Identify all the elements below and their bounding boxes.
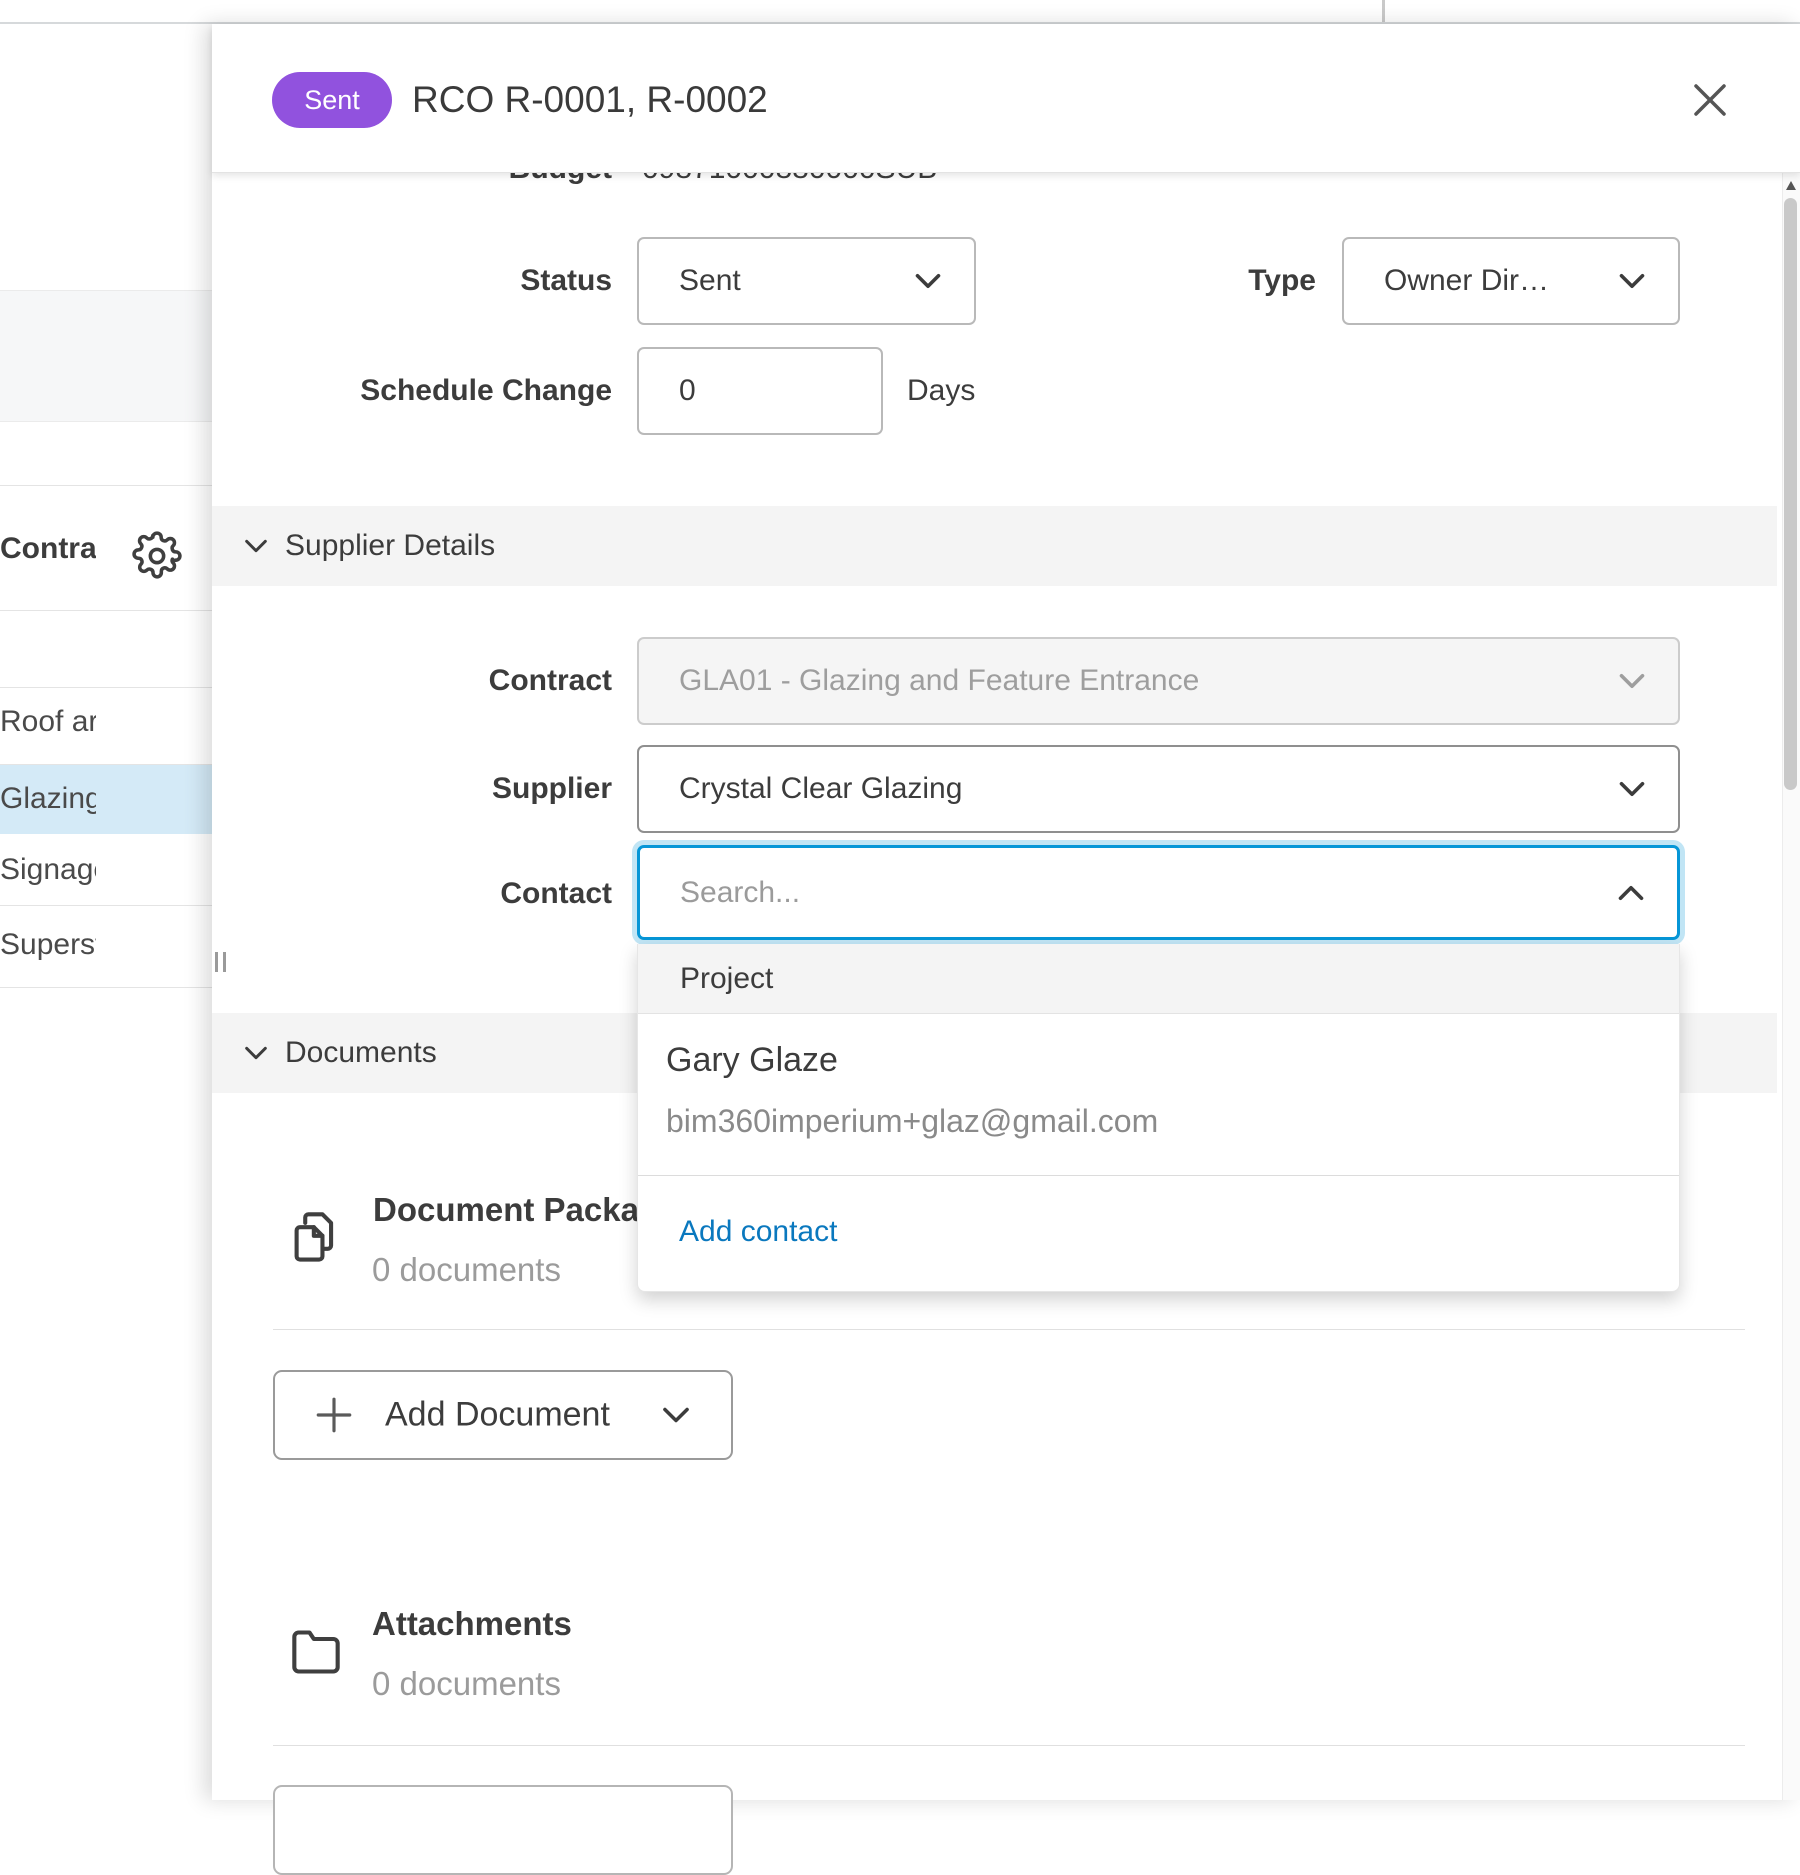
chevron-down-icon xyxy=(910,263,946,299)
contract-select-value: GLA01 - Glazing and Feature Entrance xyxy=(679,664,1199,698)
attachments-title: Attachments xyxy=(372,1604,572,1644)
document-packages-icon xyxy=(290,1210,342,1266)
contracts-panel-heading: Contra xyxy=(0,529,96,569)
supplier-select[interactable]: Crystal Clear Glazing xyxy=(637,745,1680,833)
section-title: Supplier Details xyxy=(285,529,495,563)
background-contracts-panel: Contra Roof ar Glazing Signage Superst xyxy=(0,24,212,1800)
row-label: Signage xyxy=(0,835,96,905)
chevron-down-icon xyxy=(1614,263,1650,299)
schedule-change-value: 0 xyxy=(679,374,696,408)
contract-select-disabled: GLA01 - Glazing and Feature Entrance xyxy=(637,637,1680,725)
contact-option-email[interactable]: bim360imperium+glaz@gmail.com xyxy=(666,1100,1158,1142)
divider xyxy=(0,610,212,611)
table-row-roof-area[interactable]: Roof ar xyxy=(0,687,212,757)
divider xyxy=(0,905,212,906)
attachments-folder-icon xyxy=(290,1628,342,1676)
days-suffix: Days xyxy=(907,372,975,410)
status-badge: Sent xyxy=(272,72,392,128)
chevron-down-icon xyxy=(1614,663,1650,699)
chevron-down-icon xyxy=(1614,771,1650,807)
add-document-button[interactable]: Add Document xyxy=(273,1370,733,1460)
type-select-value: Owner Dir… xyxy=(1384,264,1549,298)
chevron-down-icon xyxy=(657,1396,695,1434)
contact-label: Contact xyxy=(400,875,612,913)
section-title: Documents xyxy=(285,1036,437,1070)
add-contact-link[interactable]: Add contact xyxy=(679,1214,837,1250)
contact-option-name[interactable]: Gary Glaze xyxy=(666,1038,838,1082)
type-select[interactable]: Owner Dir… xyxy=(1342,237,1680,325)
background-toolbar-area xyxy=(0,290,212,422)
scrollbar-up-arrow[interactable] xyxy=(1786,181,1796,190)
page-title: RCO R-0001, R-0002 xyxy=(412,78,768,122)
add-attachment-button-partial[interactable] xyxy=(273,1785,733,1875)
chevron-up-icon xyxy=(1613,875,1649,911)
divider xyxy=(638,1175,1679,1176)
supplier-label: Supplier xyxy=(400,770,612,808)
divider xyxy=(0,987,212,988)
panel-resize-handle[interactable] xyxy=(213,952,229,972)
add-document-label: Add Document xyxy=(385,1396,610,1435)
dropdown-group-header: Project xyxy=(638,944,1679,1014)
divider xyxy=(0,485,212,486)
document-packages-count: 0 documents xyxy=(372,1250,561,1290)
top-bar xyxy=(0,0,1800,24)
contract-label: Contract xyxy=(400,662,612,700)
divider xyxy=(0,764,212,765)
supplier-select-value: Crystal Clear Glazing xyxy=(679,772,962,806)
row-label: Roof ar xyxy=(0,687,96,757)
chevron-down-icon xyxy=(240,530,272,562)
divider xyxy=(273,1329,1745,1330)
status-select[interactable]: Sent xyxy=(637,237,976,325)
table-row-signage[interactable]: Signage xyxy=(0,835,212,905)
scrollbar-thumb[interactable] xyxy=(1784,198,1797,790)
status-select-value: Sent xyxy=(679,264,741,298)
status-label: Status xyxy=(400,262,612,300)
section-header-supplier-details[interactable]: Supplier Details xyxy=(212,506,1777,586)
row-label: Superst xyxy=(0,910,96,980)
plus-icon xyxy=(313,1394,355,1436)
settings-gear-icon[interactable] xyxy=(132,531,182,581)
contact-search-placeholder: Search... xyxy=(680,876,800,910)
table-row-glazing-selected[interactable]: Glazing xyxy=(0,764,212,834)
close-button[interactable] xyxy=(1686,76,1734,124)
table-row-superstructure[interactable]: Superst xyxy=(0,910,212,980)
divider xyxy=(273,1745,1745,1746)
contact-dropdown-panel: Project Gary Glaze bim360imperium+glaz@g… xyxy=(637,944,1680,1292)
attachments-count: 0 documents xyxy=(372,1664,561,1704)
top-bar-column-divider xyxy=(1382,0,1385,22)
contact-search-input[interactable]: Search... xyxy=(637,845,1680,940)
schedule-change-input[interactable]: 0 xyxy=(637,347,883,435)
chevron-down-icon xyxy=(240,1037,272,1069)
schedule-change-label: Schedule Change xyxy=(250,372,612,410)
close-icon xyxy=(1686,76,1734,124)
row-label: Glazing xyxy=(0,764,96,834)
type-label: Type xyxy=(1180,262,1316,300)
dropdown-group-label: Project xyxy=(680,962,773,996)
